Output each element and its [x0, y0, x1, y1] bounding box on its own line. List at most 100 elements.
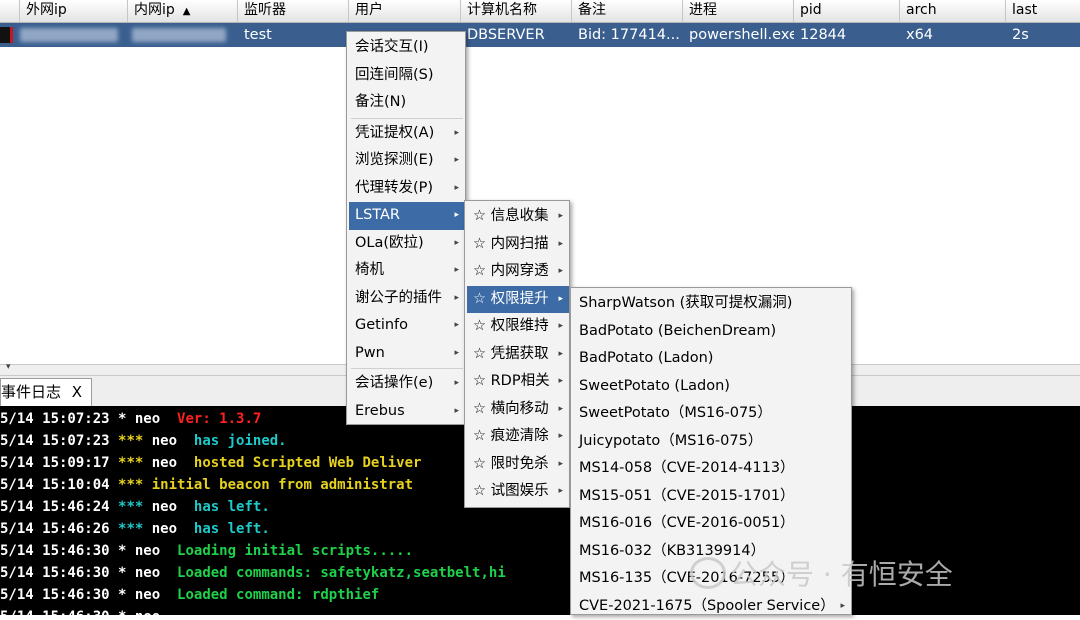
menu-item[interactable]: OLa(欧拉)▸ — [349, 230, 465, 258]
log-timestamp: 5/14 15:07:23 — [0, 411, 118, 427]
submenu-arrow-icon: ▸ — [454, 147, 459, 175]
menu-item-label: Juicypotato（MS16-075） — [579, 433, 762, 449]
menu-item-label: ☆ 内网扫描 — [473, 236, 549, 252]
col-internal-ip[interactable]: 内网ip ▲ — [128, 0, 238, 22]
menu-item[interactable]: CVE-2021-1675（Spooler Service）▸ — [573, 593, 851, 620]
menu-item[interactable]: ☆ 权限维持▸ — [467, 313, 569, 341]
menu-item[interactable]: MS14-058（CVE-2014-4113） — [573, 455, 851, 483]
log-line: 5/14 15:46:30 * neo Loaded command: rdpt… — [0, 584, 379, 606]
menu-item-label: ☆ 痕迹清除 — [473, 428, 549, 444]
log-user: neo — [135, 543, 177, 559]
log-marker: *** — [118, 499, 152, 515]
menu-item[interactable]: ☆ 痕迹清除 ▸ — [467, 423, 569, 451]
menu-item[interactable]: ☆ 内网穿透▸ — [467, 258, 569, 286]
log-timestamp: 5/14 15:46:30 — [0, 543, 118, 559]
menu-item[interactable]: SharpWatson (获取可提权漏洞) — [573, 290, 851, 318]
menu-item-label: Getinfo — [355, 317, 408, 333]
menu-item[interactable]: 谢公子的插件▸ — [349, 285, 465, 313]
menu-item[interactable]: BadPotato (BeichenDream) — [573, 318, 851, 346]
log-line: 5/14 15:07:23 *** neo has joined. — [0, 430, 287, 452]
col-pid[interactable]: pid — [794, 0, 900, 22]
submenu-arrow-icon: ▸ — [558, 423, 563, 451]
submenu-arrow-icon: ▸ — [558, 313, 563, 341]
menu-item[interactable]: Erebus▸ — [349, 398, 465, 426]
col-label: 用户 — [355, 2, 383, 18]
menu-item[interactable]: MS15-051（CVE-2015-1701） — [573, 483, 851, 511]
col-listener[interactable]: 监听器 — [238, 0, 349, 22]
menu-item-label: ☆ 内网穿透 — [473, 263, 549, 279]
menu-item[interactable]: Pwn▸ — [349, 340, 465, 368]
close-icon[interactable]: X — [72, 379, 82, 405]
menu-item[interactable]: 备注(N) — [349, 89, 465, 117]
menu-item[interactable]: ☆ 权限提升▸ — [467, 286, 569, 314]
log-line: 5/14 15:07:23 * neo Ver: 1.3.7 — [0, 408, 261, 430]
menu-item-label: ☆ RDP相关 — [473, 373, 550, 389]
menu-item[interactable]: SweetPotato（MS16-075） — [573, 400, 851, 428]
log-marker: *** — [118, 433, 152, 449]
log-marker: * — [118, 411, 135, 427]
log-line: 5/14 15:10:04 *** initial beacon from ad… — [0, 474, 413, 496]
menu-item[interactable]: 凭证提权(A)▸ — [349, 120, 465, 148]
collapse-arrow-icon[interactable]: ▾ — [6, 362, 11, 372]
menu-item[interactable]: Juicypotato（MS16-075） — [573, 428, 851, 456]
log-timestamp: 5/14 15:07:23 — [0, 433, 118, 449]
menu-item-label: 谢公子的插件 — [355, 290, 442, 306]
redacted-internal-ip — [132, 28, 226, 42]
cell-process: powershell.exe — [683, 23, 794, 47]
menu-item[interactable]: 椅机 ▸ — [349, 257, 465, 285]
menu-item-label: BadPotato (Ladon) — [579, 350, 713, 366]
menu-item-label: 椅机 — [355, 262, 384, 278]
menu-item[interactable]: ☆ 凭据获取 ▸ — [467, 341, 569, 369]
menu-item-label: ☆ 限时免杀 — [473, 456, 549, 472]
menu-item[interactable]: ☆ RDP相关▸ — [467, 368, 569, 396]
col-computer[interactable]: 计算机名称 — [461, 0, 572, 22]
menu-item[interactable]: 浏览探测(E) ▸ — [349, 147, 465, 175]
menu-item[interactable]: ☆ 横向移动▸ — [467, 396, 569, 424]
col-arch[interactable]: arch — [900, 0, 1006, 22]
log-marker: * — [118, 565, 135, 581]
log-timestamp: 5/14 15:46:24 — [0, 499, 118, 515]
submenu-arrow-icon: ▸ — [454, 312, 459, 340]
menu-item[interactable]: ☆ 内网扫描▸ — [467, 231, 569, 259]
menu-item-label: ☆ 凭据获取 — [473, 346, 549, 362]
sort-ascending-icon: ▲ — [183, 6, 191, 17]
cell-pid: 12844 — [794, 23, 900, 47]
menu-item[interactable]: 回连间隔(S) — [349, 62, 465, 90]
menu-item-label: 浏览探测(E) — [355, 152, 433, 168]
submenu-arrow-icon: ▸ — [558, 341, 563, 369]
submenu-arrow-icon: ▸ — [558, 478, 563, 506]
menu-item[interactable]: LSTAR▸ — [349, 202, 465, 230]
col-icon[interactable] — [0, 0, 20, 22]
col-process[interactable]: 进程 — [683, 0, 794, 22]
log-message: Loaded command: rdpthief — [177, 587, 379, 603]
log-line: 5/14 15:46:30 * neo Loading initial scri… — [0, 540, 413, 562]
log-user: neo — [152, 455, 194, 471]
menu-item[interactable]: MS16-016（CVE-2016-0051） — [573, 510, 851, 538]
menu-item[interactable]: 会话交互(I) — [349, 34, 465, 62]
beacon-computer-icon — [0, 27, 13, 43]
menu-item[interactable]: 会话操作(e)▸ — [349, 370, 465, 398]
menu-item[interactable]: ☆ 信息收集▸ — [467, 203, 569, 231]
col-external-ip[interactable]: 外网ip — [20, 0, 128, 22]
menu-item[interactable]: 代理转发(P)▸ — [349, 175, 465, 203]
col-user[interactable]: 用户 — [349, 0, 461, 22]
menu-item[interactable]: SweetPotato (Ladon) — [573, 373, 851, 401]
tab-event-log[interactable]: 事件日志 X — [0, 378, 92, 406]
col-label: 内网ip — [134, 2, 175, 18]
menu-item-label: Erebus — [355, 403, 405, 419]
menu-item-label: MS15-051（CVE-2015-1701） — [579, 488, 795, 504]
cell-last: 2s — [1006, 23, 1080, 47]
table-row[interactable]: test DBSERVER Bid: 177414... powershell.… — [0, 23, 1080, 47]
menu-item[interactable]: ☆ 试图娱乐▸ — [467, 478, 569, 506]
menu-item[interactable]: BadPotato (Ladon) — [573, 345, 851, 373]
cell-note: Bid: 177414... — [572, 23, 683, 47]
submenu-arrow-icon: ▸ — [454, 257, 459, 285]
col-label: arch — [906, 2, 937, 18]
log-message: has left. — [194, 521, 270, 537]
menu-item[interactable]: ☆ 限时免杀▸ — [467, 451, 569, 479]
col-note[interactable]: 备注 — [572, 0, 683, 22]
log-timestamp: 5/14 15:46:30 — [0, 587, 118, 603]
log-user: neo — [135, 609, 177, 615]
col-last[interactable]: last — [1006, 0, 1080, 22]
menu-item[interactable]: Getinfo ▸ — [349, 312, 465, 340]
